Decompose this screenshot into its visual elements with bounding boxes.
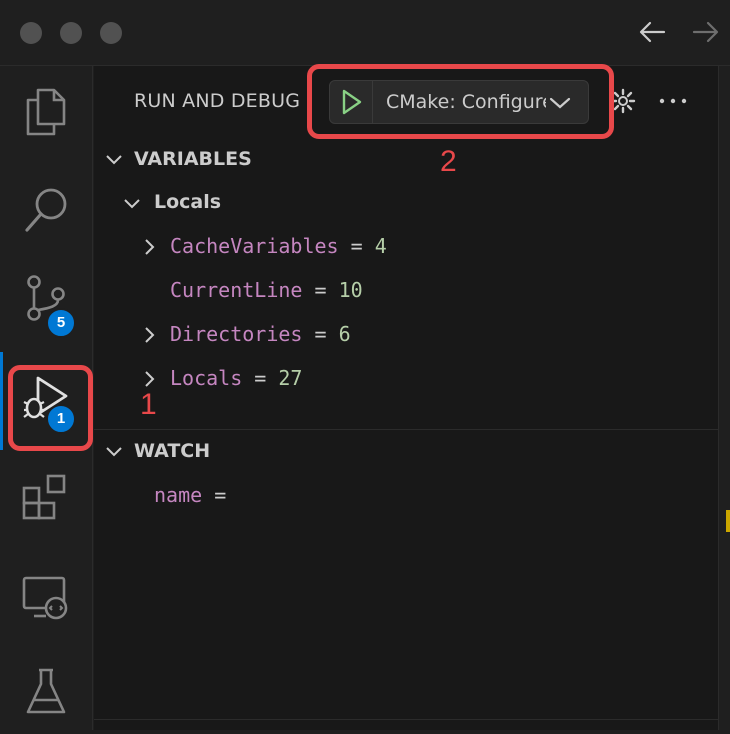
source-control-badge: 5	[46, 308, 76, 338]
arrow-left-icon	[639, 21, 666, 43]
watch-equals: =	[214, 483, 227, 507]
activity-search[interactable]	[0, 164, 93, 252]
variable-value: 4	[374, 234, 387, 258]
watch-name: name	[154, 483, 203, 507]
activity-explorer[interactable]	[0, 66, 93, 154]
zoom-window-button[interactable]	[100, 22, 122, 44]
variables-section-title: VARIABLES	[134, 148, 252, 170]
extensions-icon	[22, 474, 66, 520]
activity-source-control[interactable]: 5	[0, 252, 93, 340]
variable-name: Locals	[170, 366, 243, 390]
view-title: RUN AND DEBUG	[134, 90, 301, 112]
variable-equals: =	[314, 278, 327, 302]
variable-value: 10	[338, 278, 363, 302]
chevron-right-icon	[145, 327, 155, 343]
back-button[interactable]	[636, 14, 670, 50]
title-bar	[0, 0, 730, 66]
variable-value: 27	[278, 366, 303, 390]
activity-remote-explorer[interactable]	[0, 552, 93, 640]
activity-extensions[interactable]	[0, 452, 93, 540]
scrollbar-warning-marker	[726, 510, 730, 532]
forward-button[interactable]	[688, 14, 722, 50]
variable-name: Directories	[170, 322, 303, 346]
variable-value: 6	[338, 322, 351, 346]
variable-equals: =	[350, 234, 363, 258]
section-divider	[94, 719, 718, 720]
active-indicator	[0, 352, 3, 450]
watch-section-title: WATCH	[134, 440, 211, 462]
activity-testing[interactable]	[0, 646, 93, 734]
close-window-button[interactable]	[20, 22, 42, 44]
scope-label: Locals	[154, 191, 222, 213]
search-icon	[25, 188, 67, 232]
chevron-down-icon	[106, 155, 122, 165]
variable-equals: =	[314, 322, 327, 346]
callout-box-2	[307, 64, 614, 139]
callout-box-1	[8, 365, 93, 451]
callout-number-1: 1	[140, 388, 157, 421]
editor-edge	[718, 66, 730, 730]
section-divider	[94, 429, 718, 430]
arrow-right-icon	[692, 21, 719, 43]
callout-number-2: 2	[440, 145, 457, 178]
chevron-down-icon	[124, 199, 140, 209]
chevron-right-icon	[145, 371, 155, 387]
variable-equals: =	[254, 366, 267, 390]
chevron-down-icon	[106, 447, 122, 457]
variable-name: CurrentLine	[170, 278, 303, 302]
chevron-right-icon	[145, 239, 155, 255]
variable-row[interactable]: CurrentLine = 10	[170, 278, 363, 302]
variable-name: CacheVariables	[170, 234, 339, 258]
beaker-icon	[26, 668, 66, 714]
minimize-window-button[interactable]	[60, 22, 82, 44]
more-actions-icon[interactable]	[658, 96, 688, 106]
watch-expression[interactable]: name =	[154, 483, 226, 507]
remote-explorer-icon	[22, 576, 68, 620]
files-icon	[26, 88, 66, 136]
